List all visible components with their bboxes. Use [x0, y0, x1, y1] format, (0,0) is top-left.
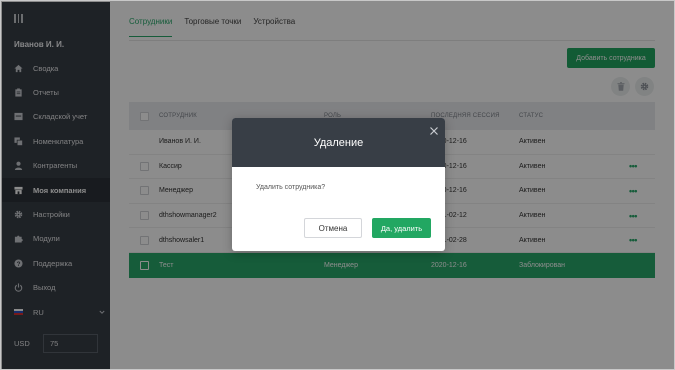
dialog-header: Удаление [232, 118, 445, 167]
close-icon[interactable] [429, 126, 439, 136]
dialog-title: Удаление [313, 136, 364, 149]
dialog-message: Удалить сотрудника? [256, 184, 326, 191]
app-window: Иванов И. И. Сводка Отчеты Складской уче… [0, 0, 675, 370]
confirm-delete-button[interactable]: Да, удалить [372, 218, 431, 238]
delete-dialog: Удаление Удалить сотрудника? Отмена Да, … [232, 118, 445, 251]
cancel-button[interactable]: Отмена [304, 218, 362, 238]
